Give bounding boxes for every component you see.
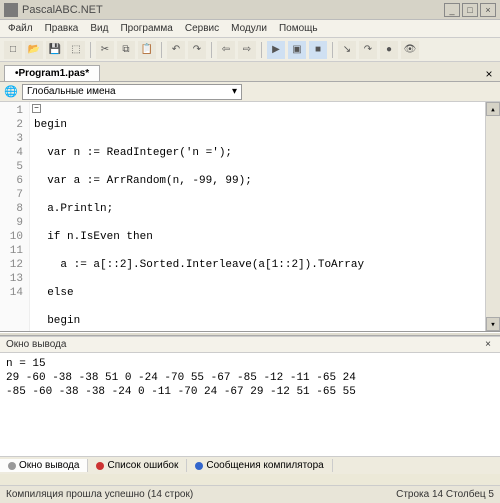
run-icon[interactable]: ▶ xyxy=(267,41,285,59)
line-number: 12 xyxy=(0,258,23,272)
code-line: a := a[::2].Sorted.Interleave(a[1::2]).T… xyxy=(34,258,481,272)
menu-program[interactable]: Программа xyxy=(120,23,172,34)
stop-icon[interactable]: ■ xyxy=(309,41,327,59)
line-number: 10 xyxy=(0,230,23,244)
tab-compiler[interactable]: Сообщения компилятора xyxy=(187,459,332,472)
editor-scrollbar[interactable]: ▴ ▾ xyxy=(485,102,500,331)
open-icon[interactable]: 📂 xyxy=(25,41,43,59)
line-number: 2 xyxy=(0,118,23,132)
fold-toggle-icon[interactable]: − xyxy=(32,104,41,113)
paste-icon[interactable]: 📋 xyxy=(138,41,156,59)
scope-globe-icon[interactable]: 🌐 xyxy=(4,85,18,99)
code-editor[interactable]: 1 2 3 4 5 6 7 8 9 10 11 12 13 14 − begin… xyxy=(0,102,500,332)
redo-icon[interactable]: ↷ xyxy=(188,41,206,59)
menu-service[interactable]: Сервис xyxy=(185,23,219,34)
breakpoint-icon[interactable]: ● xyxy=(380,41,398,59)
menu-view[interactable]: Вид xyxy=(90,23,108,34)
minimize-button[interactable]: _ xyxy=(444,3,460,17)
statusbar: Компиляция прошла успешно (14 строк) Стр… xyxy=(0,485,500,503)
code-line: begin xyxy=(34,118,481,132)
toolbar-separator xyxy=(161,42,162,58)
menu-edit[interactable]: Правка xyxy=(45,23,79,34)
code-line: a.Println; xyxy=(34,202,481,216)
watch-icon[interactable]: 👁 xyxy=(401,41,419,59)
line-number: 13 xyxy=(0,272,23,286)
line-number: 3 xyxy=(0,132,23,146)
output-close-icon[interactable]: × xyxy=(482,339,494,350)
step-into-icon[interactable]: ↘ xyxy=(338,41,356,59)
code-line: var n := ReadInteger('n ='); xyxy=(34,146,481,160)
status-compile-message: Компиляция прошла успешно (14 строк) xyxy=(6,489,193,500)
copy-icon[interactable]: ⧉ xyxy=(117,41,135,59)
output-title: Окно вывода xyxy=(6,339,66,350)
dot-icon xyxy=(8,462,16,470)
status-cursor-position: Строка 14 Столбец 5 xyxy=(396,489,494,500)
menu-file[interactable]: Файл xyxy=(8,23,33,34)
titlebar: PascalABC.NET _ □ × xyxy=(0,0,500,20)
toolbar-separator xyxy=(261,42,262,58)
line-number: 7 xyxy=(0,188,23,202)
nav-back-icon[interactable]: ⇦ xyxy=(217,41,235,59)
line-number: 14 xyxy=(0,286,23,300)
line-number: 8 xyxy=(0,202,23,216)
line-number: 11 xyxy=(0,244,23,258)
nav-fwd-icon[interactable]: ⇨ xyxy=(238,41,256,59)
save-all-icon[interactable]: ⬚ xyxy=(67,41,85,59)
menu-help[interactable]: Помощь xyxy=(279,23,318,34)
code-line: var a := ArrRandom(n, -99, 99); xyxy=(34,174,481,188)
code-line: if n.IsEven then xyxy=(34,230,481,244)
output-panel: Окно вывода × n = 15 29 -60 -38 -38 51 0… xyxy=(0,336,500,456)
scope-bar: 🌐 Глобальные имена ▾ xyxy=(0,82,500,102)
compile-icon[interactable]: ▣ xyxy=(288,41,306,59)
menu-modules[interactable]: Модули xyxy=(231,23,267,34)
tab-output[interactable]: Окно вывода xyxy=(0,459,88,472)
toolbar-separator xyxy=(90,42,91,58)
output-text[interactable]: n = 15 29 -60 -38 -38 51 0 -24 -70 55 -6… xyxy=(0,353,500,456)
dot-icon xyxy=(96,462,104,470)
step-over-icon[interactable]: ↷ xyxy=(359,41,377,59)
tab-errors[interactable]: Список ошибок xyxy=(88,459,187,472)
line-number: 5 xyxy=(0,160,23,174)
scroll-up-icon[interactable]: ▴ xyxy=(486,102,500,116)
window-title: PascalABC.NET xyxy=(22,4,103,16)
tab-errors-label: Список ошибок xyxy=(107,460,178,471)
save-icon[interactable]: 💾 xyxy=(46,41,64,59)
maximize-button[interactable]: □ xyxy=(462,3,478,17)
menubar: Файл Правка Вид Программа Сервис Модули … xyxy=(0,20,500,38)
code-area[interactable]: begin var n := ReadInteger('n ='); var a… xyxy=(30,102,485,331)
line-gutter: 1 2 3 4 5 6 7 8 9 10 11 12 13 14 xyxy=(0,102,30,331)
tab-output-label: Окно вывода xyxy=(19,460,79,471)
undo-icon[interactable]: ↶ xyxy=(167,41,185,59)
toolbar-separator xyxy=(332,42,333,58)
bottom-tabs: Окно вывода Список ошибок Сообщения комп… xyxy=(0,456,500,474)
line-number: 9 xyxy=(0,216,23,230)
close-button[interactable]: × xyxy=(480,3,496,17)
cut-icon[interactable]: ✂ xyxy=(96,41,114,59)
scroll-down-icon[interactable]: ▾ xyxy=(486,317,500,331)
scope-combo[interactable]: Глобальные имена ▾ xyxy=(22,84,242,100)
tab-close-icon[interactable]: × xyxy=(482,67,496,81)
new-file-icon[interactable]: □ xyxy=(4,41,22,59)
line-number: 4 xyxy=(0,146,23,160)
dot-icon xyxy=(195,462,203,470)
toolbar-separator xyxy=(211,42,212,58)
tab-program1[interactable]: •Program1.pas* xyxy=(4,65,100,81)
tab-compiler-label: Сообщения компилятора xyxy=(206,460,323,471)
scope-combo-label: Глобальные имена xyxy=(27,86,116,97)
tabbar: •Program1.pas* × xyxy=(0,62,500,82)
toolbar: □ 📂 💾 ⬚ ✂ ⧉ 📋 ↶ ↷ ⇦ ⇨ ▶ ▣ ■ ↘ ↷ ● 👁 xyxy=(0,38,500,62)
code-line: begin xyxy=(34,314,481,328)
chevron-down-icon: ▾ xyxy=(232,86,237,97)
code-line: else xyxy=(34,286,481,300)
line-number: 6 xyxy=(0,174,23,188)
line-number: 1 xyxy=(0,104,23,118)
app-icon xyxy=(4,3,18,17)
